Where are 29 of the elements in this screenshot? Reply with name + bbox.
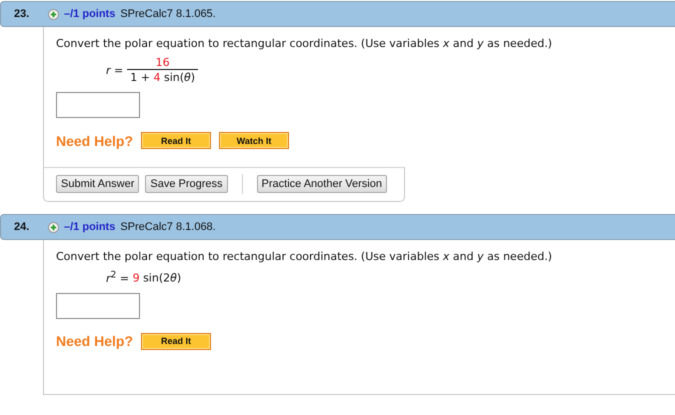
plus-icon[interactable] <box>48 222 59 232</box>
question-prompt: Convert the polar equation to rectangular coordinates. (Use variables x and y as needed.) <box>56 37 554 50</box>
points-link[interactable]: –/1 points <box>64 221 116 233</box>
equation-term: sin(2 <box>142 272 170 285</box>
equation-term: r = <box>106 64 124 76</box>
answer-field[interactable] <box>56 92 140 118</box>
help-button[interactable]: Read It <box>141 332 212 350</box>
question-prompt: Convert the polar equation to rectangular coordinates. (Use variables x and y as needed.) <box>56 250 554 263</box>
equation-term: θ) <box>170 272 182 285</box>
equation-term: 9 <box>132 272 140 285</box>
need-help-label: Need Help? <box>56 132 134 148</box>
need-help-label: Need Help? <box>56 333 134 350</box>
action-button[interactable]: Practice Another Version <box>256 175 387 193</box>
points-link[interactable]: –/1 points <box>64 8 116 20</box>
equation-term: 4 <box>153 71 160 84</box>
question-number: 24. <box>14 221 30 233</box>
plus-icon[interactable] <box>48 8 59 20</box>
equation-term: 16 <box>156 56 170 69</box>
answer-field[interactable] <box>56 292 140 319</box>
equation-term: sin(θ) <box>162 71 196 84</box>
help-button[interactable]: Read It <box>141 132 212 149</box>
question-number: 23. <box>14 8 30 20</box>
help-button[interactable]: Watch It <box>219 132 290 149</box>
action-button[interactable]: Submit Answer <box>56 175 140 193</box>
equation-term: 1 + <box>130 71 151 84</box>
action-button[interactable]: Save Progress <box>145 175 228 193</box>
question-source: SPreCalc7 8.1.065. <box>120 8 216 20</box>
question-source: SPreCalc7 8.1.068. <box>120 221 216 233</box>
equation-term: r$^{2}$ = <box>106 272 130 285</box>
